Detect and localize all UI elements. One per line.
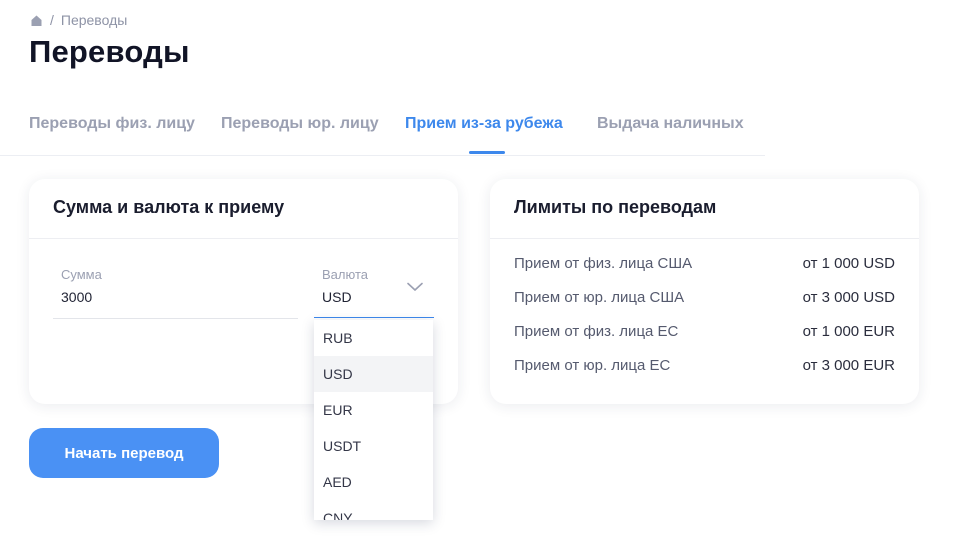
tabs-bar: Переводы физ. лицу Переводы юр. лицу При… (0, 100, 765, 156)
currency-option-eur[interactable]: EUR (314, 392, 433, 428)
limit-value: от 1 000 EUR (802, 323, 895, 340)
limits-list: Прием от физ. лица США от 1 000 USD Прие… (514, 255, 895, 391)
page-title: Переводы (29, 34, 190, 69)
limit-row: Прием от физ. лица США от 1 000 USD (514, 255, 895, 289)
amount-label: Сумма (61, 267, 102, 282)
currency-dropdown: RUB USD EUR USDT AED CNY (314, 320, 433, 520)
limit-label: Прием от юр. лица ЕС (514, 357, 671, 374)
currency-option-rub[interactable]: RUB (314, 320, 433, 356)
breadcrumb-current: Переводы (60, 12, 128, 28)
chevron-down-icon[interactable] (407, 282, 423, 292)
tab-legal-entity-transfers[interactable]: Переводы юр. лицу (221, 115, 379, 133)
currency-option-usd[interactable]: USD (314, 356, 433, 392)
tab-receive-from-abroad[interactable]: Прием из-за рубежа (405, 115, 563, 133)
limit-row: Прием от физ. лица ЕС от 1 000 EUR (514, 323, 895, 357)
start-transfer-button[interactable]: Начать перевод (29, 428, 219, 478)
limit-label: Прием от физ. лица ЕС (514, 323, 679, 340)
active-tab-indicator (469, 151, 505, 154)
amount-input[interactable]: 3000 (61, 289, 92, 305)
amount-card-title: Сумма и валюта к приему (29, 179, 458, 239)
currency-option-aed[interactable]: AED (314, 464, 433, 500)
limit-row: Прием от юр. лица США от 3 000 USD (514, 289, 895, 323)
limit-value: от 1 000 USD (802, 255, 895, 272)
currency-option-usdt[interactable]: USDT (314, 428, 433, 464)
limit-row: Прием от юр. лица ЕС от 3 000 EUR (514, 357, 895, 391)
currency-select[interactable]: USD (322, 289, 352, 305)
currency-label: Валюта (322, 267, 368, 282)
amount-input-underline (53, 318, 298, 319)
tab-cash-withdrawal[interactable]: Выдача наличных (597, 115, 744, 133)
limit-label: Прием от юр. лица США (514, 289, 685, 306)
home-icon[interactable] (30, 14, 43, 27)
limit-value: от 3 000 USD (802, 289, 895, 306)
currency-option-cny[interactable]: CNY (314, 500, 433, 520)
breadcrumb: / Переводы (30, 12, 127, 28)
currency-select-underline (314, 317, 434, 318)
limit-label: Прием от физ. лица США (514, 255, 693, 272)
tab-individual-transfers[interactable]: Переводы физ. лицу (29, 115, 195, 133)
limit-value: от 3 000 EUR (802, 357, 895, 374)
limits-card-title: Лимиты по переводам (490, 179, 919, 239)
limits-card: Лимиты по переводам Прием от физ. лица С… (490, 179, 919, 404)
breadcrumb-separator: / (50, 12, 54, 28)
